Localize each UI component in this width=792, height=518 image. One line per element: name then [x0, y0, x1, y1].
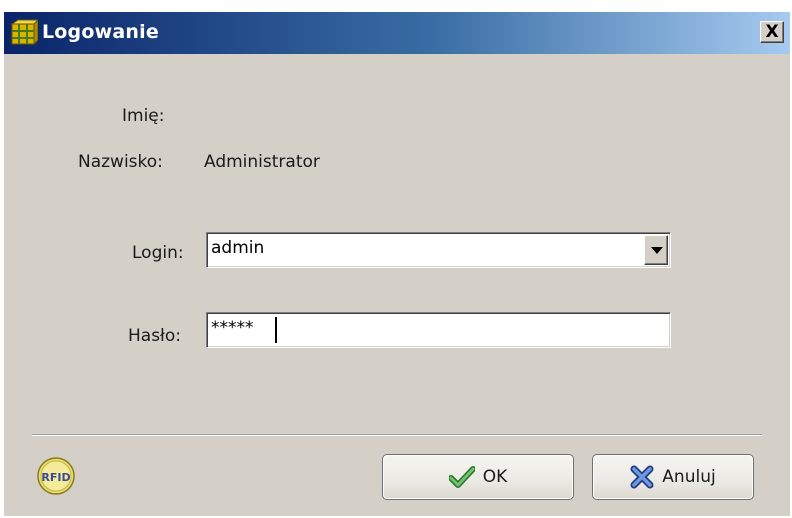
login-combobox[interactable]: admin	[206, 232, 671, 268]
chevron-down-icon	[651, 247, 663, 254]
check-icon	[448, 466, 475, 488]
close-icon: X	[765, 22, 779, 42]
app-icon	[10, 19, 38, 46]
rfid-icon: RFID	[41, 471, 70, 484]
rfid-button[interactable]: RFID	[36, 456, 76, 496]
separator	[32, 434, 762, 436]
window-title: Logowanie	[42, 21, 159, 43]
last-name-label: Nazwisko:	[78, 152, 163, 172]
password-field[interactable]: *****	[206, 312, 671, 348]
title-bar[interactable]: Logowanie X	[4, 12, 790, 54]
password-label: Hasło:	[128, 326, 182, 346]
ok-button[interactable]: OK	[382, 454, 574, 500]
login-input[interactable]: admin	[211, 238, 264, 258]
cancel-button[interactable]: Anuluj	[592, 454, 754, 500]
x-icon	[630, 465, 654, 489]
login-dialog: Logowanie X Imię: Nazwisko: Administrato…	[4, 12, 790, 516]
last-name-value: Administrator	[204, 152, 320, 172]
text-caret	[275, 317, 277, 343]
cancel-label: Anuluj	[662, 467, 716, 487]
login-label: Login:	[132, 243, 184, 263]
first-name-label: Imię:	[122, 106, 165, 126]
ok-label: OK	[482, 467, 508, 487]
close-button[interactable]: X	[760, 21, 784, 43]
password-input[interactable]: *****	[211, 318, 254, 338]
login-dropdown-button[interactable]	[644, 235, 668, 265]
